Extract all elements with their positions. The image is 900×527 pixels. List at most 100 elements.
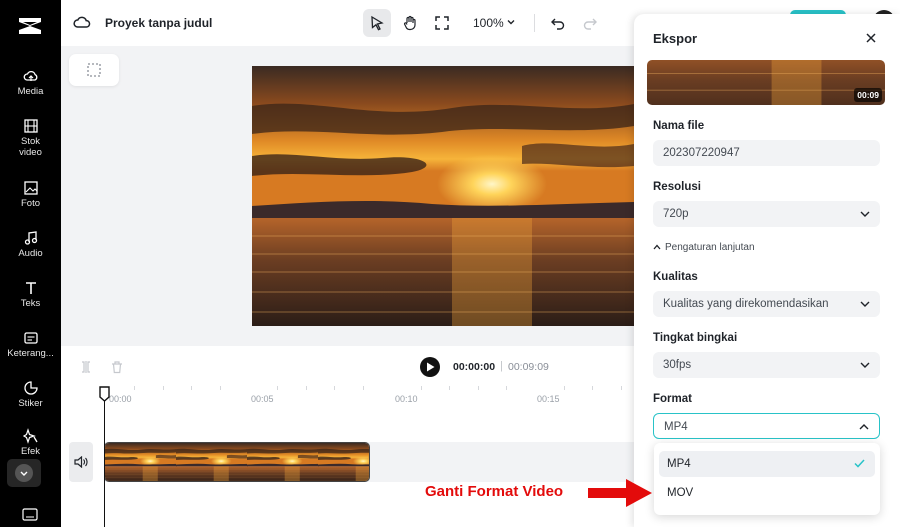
cursor-icon — [371, 15, 384, 31]
file-name-value: 202307220947 — [663, 147, 740, 159]
sparkle-icon — [22, 428, 38, 444]
chevron-down-icon — [860, 301, 870, 307]
trash-icon[interactable] — [110, 360, 124, 374]
sidebar-item-captions[interactable]: Keterang... — [0, 330, 61, 359]
ruler-tick — [621, 386, 622, 390]
current-time: 00:00:00 — [453, 361, 496, 373]
export-thumbnail: 00:09 — [647, 60, 885, 105]
film-icon — [23, 119, 38, 133]
sidebar-item-sticker[interactable]: Stiker — [0, 380, 61, 409]
ruler-tick — [478, 386, 479, 390]
track-audio-toggle[interactable] — [69, 442, 93, 482]
resolution-value: 720p — [663, 208, 689, 220]
left-sidebar: Media Stok video Foto Audio Teks Keteran… — [0, 0, 61, 527]
sticker-icon — [23, 381, 38, 395]
ruler-tick — [277, 386, 278, 390]
keyboard-icon[interactable] — [22, 508, 38, 522]
ruler-tick-label: 00:15 — [537, 394, 560, 404]
redo-button[interactable] — [576, 9, 604, 37]
cloud-sync-icon[interactable] — [73, 14, 91, 30]
aspect-ratio-button[interactable] — [69, 54, 119, 86]
sidebar-item-photo[interactable]: Foto — [0, 180, 61, 209]
resolution-select[interactable]: 720p — [653, 201, 880, 227]
framerate-label: Tingkat bingkai — [653, 332, 738, 344]
video-clip[interactable] — [104, 442, 370, 482]
play-icon — [427, 362, 435, 372]
chevron-up-icon — [859, 424, 869, 430]
music-note-icon — [24, 231, 37, 245]
hand-icon — [403, 15, 416, 31]
format-option-mp4[interactable]: MP4 — [659, 451, 875, 477]
sidebar-more-button[interactable] — [7, 459, 41, 487]
ruler-tick-label: 00:00 — [109, 394, 132, 404]
red-arrow-icon — [588, 479, 652, 507]
thumbnail-duration: 00:09 — [854, 88, 882, 102]
sidebar-item-effects[interactable]: Efek — [0, 428, 61, 457]
sidebar-item-label: Stok video — [19, 136, 42, 158]
advanced-settings-label: Pengaturan lanjutan — [665, 242, 755, 253]
fullscreen-icon — [435, 16, 449, 30]
ruler-tick — [306, 386, 307, 390]
file-name-input[interactable]: 202307220947 — [653, 140, 880, 166]
close-icon[interactable] — [865, 32, 877, 44]
annotation-text: Ganti Format Video — [425, 483, 564, 500]
ruler-tick — [220, 386, 221, 390]
project-title[interactable]: Proyek tanpa judul — [105, 16, 212, 30]
cloud-upload-icon — [23, 70, 37, 81]
undo-icon — [551, 18, 565, 30]
ruler-tick-label: 00:10 — [395, 394, 418, 404]
ruler-tick — [592, 386, 593, 390]
format-option-mov[interactable]: MOV — [659, 480, 875, 506]
fullscreen-button[interactable] — [428, 9, 456, 37]
ruler-tick — [334, 386, 335, 390]
video-preview[interactable] — [252, 66, 634, 326]
zoom-level[interactable]: 100% — [473, 16, 504, 30]
ruler-tick — [564, 386, 565, 390]
ruler-tick — [363, 386, 364, 390]
sidebar-item-text[interactable]: Teks — [0, 280, 61, 309]
redo-icon — [583, 18, 597, 30]
caption-icon — [23, 332, 38, 344]
playhead[interactable] — [104, 392, 105, 527]
ruler-tick — [449, 386, 450, 390]
ruler-tick — [506, 386, 507, 390]
sidebar-item-media[interactable]: Media — [0, 68, 61, 97]
ruler-tick — [421, 386, 422, 390]
framerate-select[interactable]: 30fps — [653, 352, 880, 378]
undo-button[interactable] — [544, 9, 572, 37]
resolution-label: Resolusi — [653, 181, 701, 193]
ruler-tick — [163, 386, 164, 390]
format-dropdown: MP4 MOV — [654, 443, 880, 515]
play-button[interactable] — [420, 357, 440, 377]
sidebar-item-stock-video[interactable]: Stok video — [0, 118, 61, 158]
check-icon — [854, 459, 865, 468]
timeline-ruler[interactable]: 00:00 00:05 00:10 00:15 — [105, 386, 634, 406]
file-name-label: Nama file — [653, 120, 705, 132]
time-separator: | — [500, 360, 503, 372]
chevron-down-icon — [860, 211, 870, 217]
capcut-logo-icon — [19, 18, 41, 34]
sidebar-item-label: Media — [17, 86, 44, 97]
format-option-label: MP4 — [667, 458, 691, 470]
ruler-tick — [191, 386, 192, 390]
sidebar-item-label: Keterang... — [7, 348, 54, 359]
select-tool-button[interactable] — [363, 9, 391, 37]
format-label: Format — [653, 393, 692, 405]
sidebar-item-label: Teks — [20, 298, 41, 309]
playhead-handle-icon[interactable] — [99, 386, 110, 402]
quality-select[interactable]: Kualitas yang direkomendasikan — [653, 291, 880, 317]
hand-tool-button[interactable] — [396, 9, 424, 37]
advanced-settings-toggle[interactable]: Pengaturan lanjutan — [653, 242, 755, 253]
sidebar-item-audio[interactable]: Audio — [0, 230, 61, 259]
split-icon[interactable] — [79, 360, 93, 374]
chevron-down-icon[interactable] — [506, 17, 516, 27]
sidebar-item-label: Efek — [20, 446, 40, 457]
quality-value: Kualitas yang direkomendasikan — [663, 298, 829, 310]
quality-label: Kualitas — [653, 271, 698, 283]
format-select[interactable]: MP4 — [653, 413, 880, 439]
text-icon — [25, 282, 36, 294]
format-option-label: MOV — [667, 487, 694, 499]
canvas-area — [61, 46, 634, 346]
ruler-tick-label: 00:05 — [251, 394, 274, 404]
more-circle — [15, 464, 33, 482]
